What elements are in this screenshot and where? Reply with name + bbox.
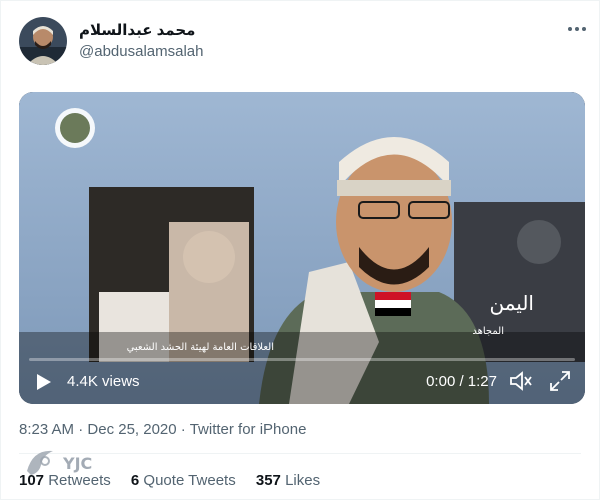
watermark-logo: YJC — [23, 441, 113, 481]
quote-tweets-stat[interactable]: 6 Quote Tweets — [131, 472, 236, 489]
video-progress-bar[interactable] — [29, 358, 575, 361]
likes-label: Likes — [285, 472, 321, 489]
author-handle[interactable]: @abdusalamsalah — [79, 43, 203, 60]
likes-stat[interactable]: 357 Likes — [256, 472, 320, 489]
tweet-time[interactable]: 8:23 AM — [19, 421, 74, 438]
overlay-country: اليمن — [490, 291, 534, 315]
avatar-image — [19, 17, 67, 65]
overlay-caption-right: المجاهد — [472, 326, 504, 337]
play-icon[interactable] — [33, 372, 53, 392]
meta-separator: · — [78, 421, 84, 438]
quote-tweets-count: 6 — [130, 472, 140, 489]
video-views: 4.4K views — [67, 373, 140, 390]
fullscreen-icon[interactable] — [549, 370, 571, 392]
meta-separator: · — [180, 421, 186, 438]
video-time: 0:00 / 1:27 — [426, 373, 497, 390]
tweet-source[interactable]: Twitter for iPhone — [190, 421, 307, 438]
tweet-meta: 8:23 AM · Dec 25, 2020 · Twitter for iPh… — [19, 421, 306, 438]
likes-count: 357 — [255, 472, 281, 489]
volume-icon[interactable] — [509, 370, 533, 392]
more-horizontal-icon[interactable] — [566, 19, 588, 39]
avatar[interactable] — [19, 17, 67, 65]
video-player[interactable]: اليمن العلاقات العامة لهيئة الحشد الشعبي… — [19, 92, 585, 404]
quote-tweets-label: Quote Tweets — [143, 472, 236, 489]
tweet-date[interactable]: Dec 25, 2020 — [87, 421, 176, 438]
overlay-caption-left: العلاقات العامة لهيئة الحشد الشعبي — [127, 342, 274, 353]
video-controls: 4.4K views 0:00 / 1:27 — [19, 358, 585, 404]
watermark-text: YJC — [62, 454, 92, 473]
tweet-card: محمد عبدالسلام @abdusalamsalah اليمن الع… — [0, 0, 600, 500]
author-display-name[interactable]: محمد عبدالسلام — [79, 21, 195, 39]
